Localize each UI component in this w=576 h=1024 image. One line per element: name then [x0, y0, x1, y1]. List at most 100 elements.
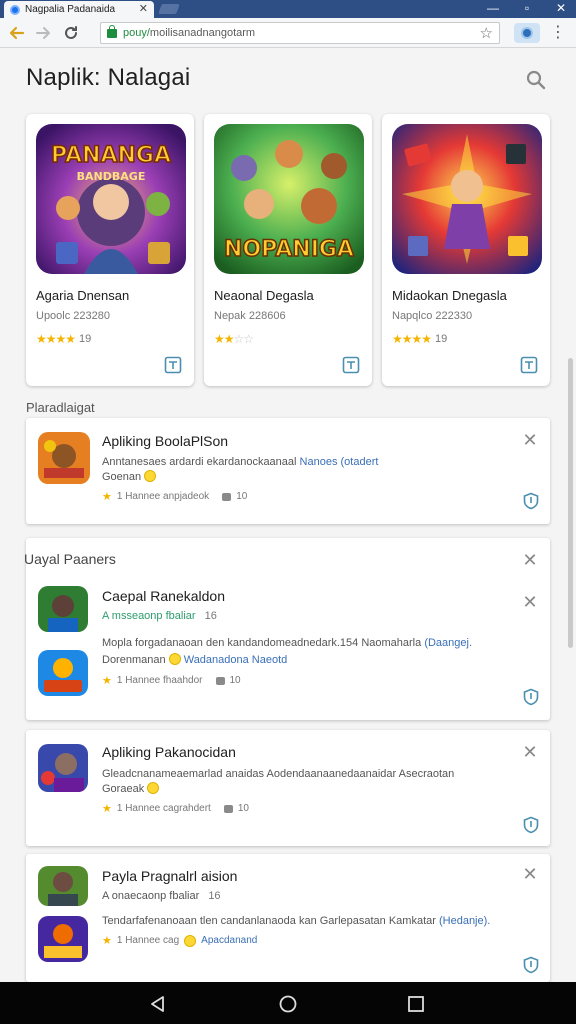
- smile-emoji-icon: [184, 934, 197, 947]
- app-subtitle: A msseaonp fbaliar 16: [102, 610, 217, 622]
- app-list-card[interactable]: Apliking Pakanocidan Gleadcnanameaemarla…: [26, 730, 550, 846]
- android-nav-bar: [0, 982, 576, 1024]
- install-icon[interactable]: [342, 356, 360, 374]
- smile-emoji-icon: [168, 653, 181, 665]
- recents-square-icon[interactable]: [406, 994, 426, 1014]
- description-link[interactable]: (Hedanje).: [439, 915, 490, 927]
- star-icon: ★: [102, 935, 112, 947]
- bookmark-star-icon[interactable]: ☆: [480, 24, 493, 42]
- star-icon: ★: [102, 491, 112, 503]
- extension-icon: [521, 27, 533, 39]
- forward-button[interactable]: [32, 22, 54, 44]
- app-title: Payla Pragnalrl aision: [102, 868, 238, 884]
- dismiss-group-icon[interactable]: ✕: [522, 551, 538, 569]
- app-list-card[interactable]: Apliking BoolaPlSon Anntanesaes ardardi …: [26, 418, 550, 524]
- url-scheme: pouy/: [123, 27, 150, 39]
- app-icon: [38, 916, 88, 962]
- home-circle-icon[interactable]: [278, 994, 298, 1014]
- app-title[interactable]: Caepal Ranekaldon: [102, 588, 225, 604]
- description-link[interactable]: (Daangej.: [424, 637, 472, 649]
- app-icon: [38, 432, 90, 484]
- rating-count: 19: [79, 333, 92, 345]
- app-description: Tendarfafenanoaan tlen candanlanaoda kan…: [102, 914, 490, 929]
- featured-app-card[interactable]: PANANGA BANDBAGE Agaria Dnensan Upoolc 2…: [26, 114, 194, 386]
- secure-lock-icon: [107, 24, 117, 38]
- description-text: Dorenmanan: [102, 654, 166, 666]
- star-icon: ★: [102, 675, 112, 687]
- back-button[interactable]: [6, 22, 28, 44]
- back-triangle-icon[interactable]: [148, 994, 168, 1014]
- description-text: Tendarfafenanoaan tlen candanlanaoda kan…: [102, 915, 436, 927]
- app-artwork: [392, 124, 542, 274]
- package-icon: [215, 676, 225, 685]
- meta-count: 10: [236, 491, 248, 502]
- dismiss-icon[interactable]: ✕: [522, 431, 538, 449]
- search-icon[interactable]: [524, 68, 548, 92]
- app-description: Anntanesaes ardardi ekardanockaanaal Nan…: [102, 455, 378, 470]
- app-title: Apliking BoolaPlSon: [102, 433, 229, 449]
- install-icon[interactable]: [164, 356, 182, 374]
- star-rating-icon: ★★☆☆: [214, 332, 254, 346]
- browser-tab[interactable]: Nagpalia Padanaida ✕: [4, 1, 154, 18]
- app-name: Midaokan Dnegasla: [392, 288, 507, 303]
- extension-button[interactable]: [514, 23, 540, 43]
- app-description-line: Goraeak: [102, 782, 160, 797]
- app-icon: [38, 650, 88, 696]
- new-tab-button[interactable]: [158, 4, 180, 14]
- dismiss-icon[interactable]: ✕: [522, 593, 538, 611]
- app-developer: Upoolc 223280: [36, 310, 111, 322]
- shield-icon[interactable]: [522, 816, 540, 834]
- reload-button[interactable]: [60, 22, 82, 44]
- description-text: Mopla forgadanaoan den kandandomeadnedar…: [102, 637, 422, 649]
- app-rating: ★★☆☆: [214, 332, 254, 346]
- app-list-card[interactable]: Payla Pragnalrl aision A onaecaonp fbali…: [26, 854, 550, 982]
- shield-icon[interactable]: [522, 956, 540, 974]
- url-path: moilisanadnangotarm: [149, 27, 256, 39]
- dismiss-icon[interactable]: ✕: [522, 865, 538, 883]
- smile-emoji-icon: [144, 470, 157, 482]
- description-link[interactable]: Nanoes (otadert: [300, 456, 379, 468]
- svg-text:BANDBAGE: BANDBAGE: [77, 170, 146, 183]
- dismiss-icon[interactable]: ✕: [522, 743, 538, 761]
- back-arrow-icon: [9, 26, 25, 40]
- subtitle-text: A onaecaonp fbaliar: [102, 890, 200, 902]
- page-scrollbar[interactable]: [568, 358, 573, 648]
- app-meta: ★ 1 Hannee cag Apacdanand: [102, 934, 257, 947]
- app-icon: [38, 586, 88, 632]
- browser-toolbar: pouy/moilisanadnangotarm ☆ ⋮: [0, 18, 576, 48]
- description-text: Goraeak: [102, 783, 145, 795]
- app-group-card: Uayal Paaners ✕ Caepal Ranekaldon A msse…: [24, 538, 550, 720]
- featured-app-card[interactable]: Midaokan Dnegasla Napqlco 222330 ★★★★ 19: [382, 114, 550, 386]
- description-text: Goenan: [102, 471, 142, 483]
- app-name: Agaria Dnensan: [36, 288, 130, 303]
- meta-link[interactable]: Apacdanand: [201, 935, 257, 946]
- forward-arrow-icon: [36, 27, 50, 39]
- reload-icon: [65, 26, 77, 39]
- app-meta: ★ 1 Hannee cagrahdert 10: [102, 802, 249, 815]
- description-link[interactable]: Wadanadona Naeotd: [184, 654, 288, 666]
- browser-menu-icon[interactable]: ⋮: [548, 22, 568, 42]
- window-close-icon[interactable]: ✕: [550, 0, 572, 16]
- app-name: Neaonal Degasla: [214, 288, 314, 303]
- app-title: Apliking Pakanocidan: [102, 744, 236, 760]
- app-description: Mopla forgadanaoan den kandandomeadnedar…: [102, 636, 472, 651]
- shield-icon[interactable]: [522, 492, 540, 510]
- install-icon[interactable]: [520, 356, 538, 374]
- maximize-icon[interactable]: ▫: [516, 0, 538, 16]
- meta-count: 10: [229, 675, 241, 686]
- shield-icon[interactable]: [522, 688, 540, 706]
- app-developer: Napqlco 222330: [392, 310, 473, 322]
- subtitle-text: A msseaonp fbaliar: [102, 610, 196, 622]
- featured-app-card[interactable]: NOPANIGA Neaonal Degasla Nepak 228606 ★★…: [204, 114, 372, 386]
- app-icon: [38, 744, 88, 792]
- star-icon: ★: [102, 803, 112, 815]
- tab-close-icon[interactable]: ✕: [139, 4, 148, 15]
- minimize-icon[interactable]: —: [482, 0, 504, 16]
- app-description-line: Dorenmanan Wadanadona Naeotd: [102, 653, 287, 668]
- app-meta: ★ 1 Hannee anpjadeok 10: [102, 490, 247, 503]
- app-developer: Nepak 228606: [214, 310, 286, 322]
- meta-rating: 1 Hannee cag: [116, 935, 180, 946]
- subtitle-badge: 16: [204, 610, 217, 622]
- rating-count: 19: [435, 333, 448, 345]
- address-bar[interactable]: pouy/moilisanadnangotarm ☆: [100, 22, 500, 44]
